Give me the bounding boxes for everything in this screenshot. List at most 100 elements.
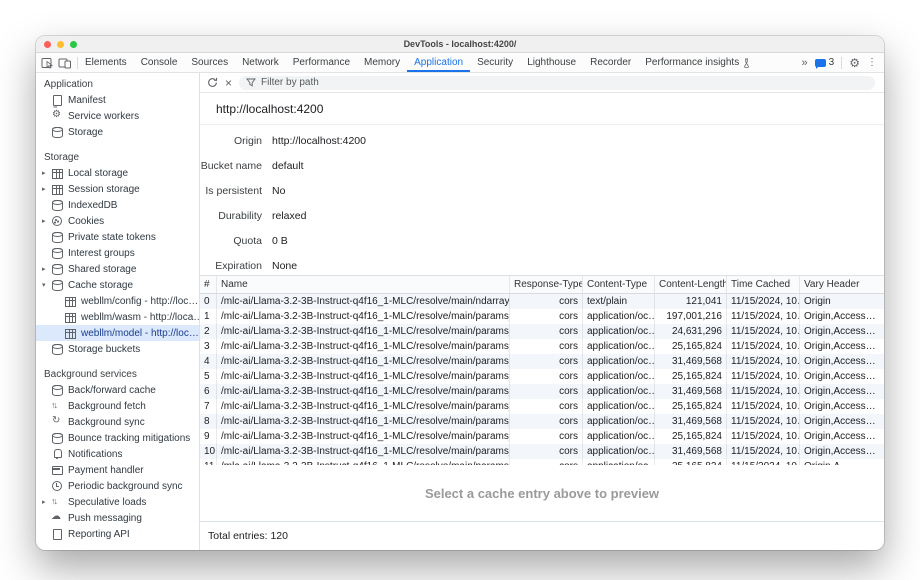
sidebar-item-icon <box>51 384 63 396</box>
metadata-value: 0 B <box>272 235 288 247</box>
expander-icon[interactable] <box>42 498 51 506</box>
sidebar-item[interactable]: Manifest <box>36 92 199 108</box>
expander-icon[interactable] <box>42 265 51 273</box>
sidebar-item[interactable]: Private state tokens <box>36 229 199 245</box>
table-row[interactable]: 5 /mlc-ai/Llama-3.2-3B-Instruct-q4f16_1-… <box>200 369 884 384</box>
table-row[interactable]: 10 /mlc-ai/Llama-3.2-3B-Instruct-q4f16_1… <box>200 444 884 459</box>
table-row[interactable]: 7 /mlc-ai/Llama-3.2-3B-Instruct-q4f16_1-… <box>200 399 884 414</box>
sidebar-item[interactable]: webllm/model - http://loc… <box>36 325 199 341</box>
table-row[interactable]: 2 /mlc-ai/Llama-3.2-3B-Instruct-q4f16_1-… <box>200 324 884 339</box>
cell-index: 9 <box>200 429 217 444</box>
sidebar-item[interactable]: Cache storage <box>36 277 199 293</box>
metadata-row: Bucket name default <box>200 153 884 178</box>
sidebar-item-label: webllm/config - http://loc… <box>81 296 198 307</box>
metadata-label: Is persistent <box>200 185 262 197</box>
sidebar-item[interactable]: Storage <box>36 124 199 140</box>
sidebar-item[interactable]: Background fetch <box>36 398 199 414</box>
devtools-tab[interactable]: Performance insights <box>638 53 758 72</box>
filter-box[interactable] <box>239 76 875 90</box>
window-title: DevTools - localhost:4200/ <box>36 39 884 49</box>
devtools-tab[interactable]: Recorder <box>583 53 638 72</box>
column-header-name[interactable]: Name <box>217 276 510 293</box>
devtools-tab[interactable]: Elements <box>78 53 134 72</box>
devtools-tab[interactable]: Network <box>235 53 286 72</box>
preview-area: Select a cache entry above to preview <box>200 465 884 521</box>
sidebar-item[interactable]: IndexedDB <box>36 197 199 213</box>
table-row[interactable]: 8 /mlc-ai/Llama-3.2-3B-Instruct-q4f16_1-… <box>200 414 884 429</box>
cell-vary-header: Origin,Access… <box>800 384 884 399</box>
sidebar-item-label: Service workers <box>68 111 139 122</box>
sidebar-item[interactable]: Storage buckets <box>36 341 199 357</box>
filter-input[interactable] <box>261 77 868 88</box>
settings-gear-icon[interactable]: ⚙ <box>849 57 860 69</box>
devtools-tab[interactable]: Application <box>407 53 470 72</box>
sidebar-item[interactable]: Notifications <box>36 446 199 462</box>
sidebar-item[interactable]: Bounce tracking mitigations <box>36 430 199 446</box>
table-row[interactable]: 0 /mlc-ai/Llama-3.2-3B-Instruct-q4f16_1-… <box>200 294 884 309</box>
cell-name: /mlc-ai/Llama-3.2-3B-Instruct-q4f16_1-ML… <box>217 339 510 354</box>
metadata-value: relaxed <box>272 210 306 222</box>
table-row[interactable]: 6 /mlc-ai/Llama-3.2-3B-Instruct-q4f16_1-… <box>200 384 884 399</box>
feedback-button[interactable]: 3 <box>815 57 835 68</box>
delete-selected-icon[interactable]: × <box>225 77 232 89</box>
cell-time-cached: 11/15/2024, 10… <box>727 399 800 414</box>
sidebar-item[interactable]: Push messaging <box>36 510 199 526</box>
sidebar-item-icon <box>51 496 63 508</box>
devtools-tab[interactable]: Performance <box>286 53 357 72</box>
sidebar-item-icon <box>51 512 63 524</box>
devtools-tab[interactable]: Sources <box>184 53 235 72</box>
column-header-index[interactable]: # <box>200 276 217 293</box>
sidebar-item[interactable]: Payment handler <box>36 462 199 478</box>
devtools-tab[interactable]: Memory <box>357 53 407 72</box>
sidebar-item[interactable]: Session storage <box>36 181 199 197</box>
metadata-row: Is persistent No <box>200 178 884 203</box>
devtools-tab[interactable]: Console <box>134 53 185 72</box>
cell-time-cached: 11/15/2024, 10… <box>727 309 800 324</box>
sidebar-item[interactable]: Speculative loads <box>36 494 199 510</box>
cell-name: /mlc-ai/Llama-3.2-3B-Instruct-q4f16_1-ML… <box>217 384 510 399</box>
table-row[interactable]: 4 /mlc-ai/Llama-3.2-3B-Instruct-q4f16_1-… <box>200 354 884 369</box>
devtools-tab[interactable]: Security <box>470 53 520 72</box>
sidebar-item-icon <box>51 528 63 540</box>
metadata-value: None <box>272 260 297 272</box>
column-header-vary-header[interactable]: Vary Header <box>800 276 884 293</box>
table-row[interactable]: 3 /mlc-ai/Llama-3.2-3B-Instruct-q4f16_1-… <box>200 339 884 354</box>
column-header-response-type[interactable]: Response-Type <box>510 276 583 293</box>
column-header-content-length[interactable]: Content-Length <box>655 276 727 293</box>
inspect-element-icon[interactable] <box>41 57 54 69</box>
expander-icon[interactable] <box>42 169 51 177</box>
more-tabs-icon[interactable]: » <box>802 57 808 69</box>
expander-icon[interactable] <box>42 281 51 289</box>
device-toolbar-icon[interactable] <box>58 57 72 69</box>
table-row[interactable]: 9 /mlc-ai/Llama-3.2-3B-Instruct-q4f16_1-… <box>200 429 884 444</box>
sidebar-item-label: Notifications <box>68 449 122 460</box>
sidebar-item[interactable]: Shared storage <box>36 261 199 277</box>
cell-vary-header: Origin,Access… <box>800 399 884 414</box>
sidebar-item-label: Cookies <box>68 216 104 227</box>
sidebar-section: Application Manifest Service workers <box>36 78 199 140</box>
column-header-content-type[interactable]: Content-Type <box>583 276 655 293</box>
cell-response-type: cors <box>510 444 583 459</box>
refresh-icon[interactable] <box>207 77 218 88</box>
sidebar-item[interactable]: Reporting API <box>36 526 199 542</box>
origin-title: http://localhost:4200 <box>200 93 884 125</box>
table-row[interactable]: 1 /mlc-ai/Llama-3.2-3B-Instruct-q4f16_1-… <box>200 309 884 324</box>
cell-content-length: 25,165,824 <box>655 369 727 384</box>
sidebar-item[interactable]: Periodic background sync <box>36 478 199 494</box>
total-entries-label: Total entries: 120 <box>208 530 288 542</box>
sidebar-item-icon <box>51 126 63 138</box>
column-header-time-cached[interactable]: Time Cached <box>727 276 800 293</box>
expander-icon[interactable] <box>42 217 51 225</box>
sidebar-item[interactable]: Cookies <box>36 213 199 229</box>
expander-icon[interactable] <box>42 185 51 193</box>
sidebar-item[interactable]: Interest groups <box>36 245 199 261</box>
sidebar-item[interactable]: webllm/config - http://loc… <box>36 293 199 309</box>
sidebar-item[interactable]: Local storage <box>36 165 199 181</box>
sidebar-item[interactable]: Back/forward cache <box>36 382 199 398</box>
cell-content-type: application/oc… <box>583 399 655 414</box>
sidebar-item[interactable]: Service workers <box>36 108 199 124</box>
devtools-tab[interactable]: Lighthouse <box>520 53 583 72</box>
sidebar-item[interactable]: webllm/wasm - http://loca… <box>36 309 199 325</box>
sidebar-item[interactable]: Background sync <box>36 414 199 430</box>
more-menu-icon[interactable]: ⋮ <box>867 57 877 68</box>
